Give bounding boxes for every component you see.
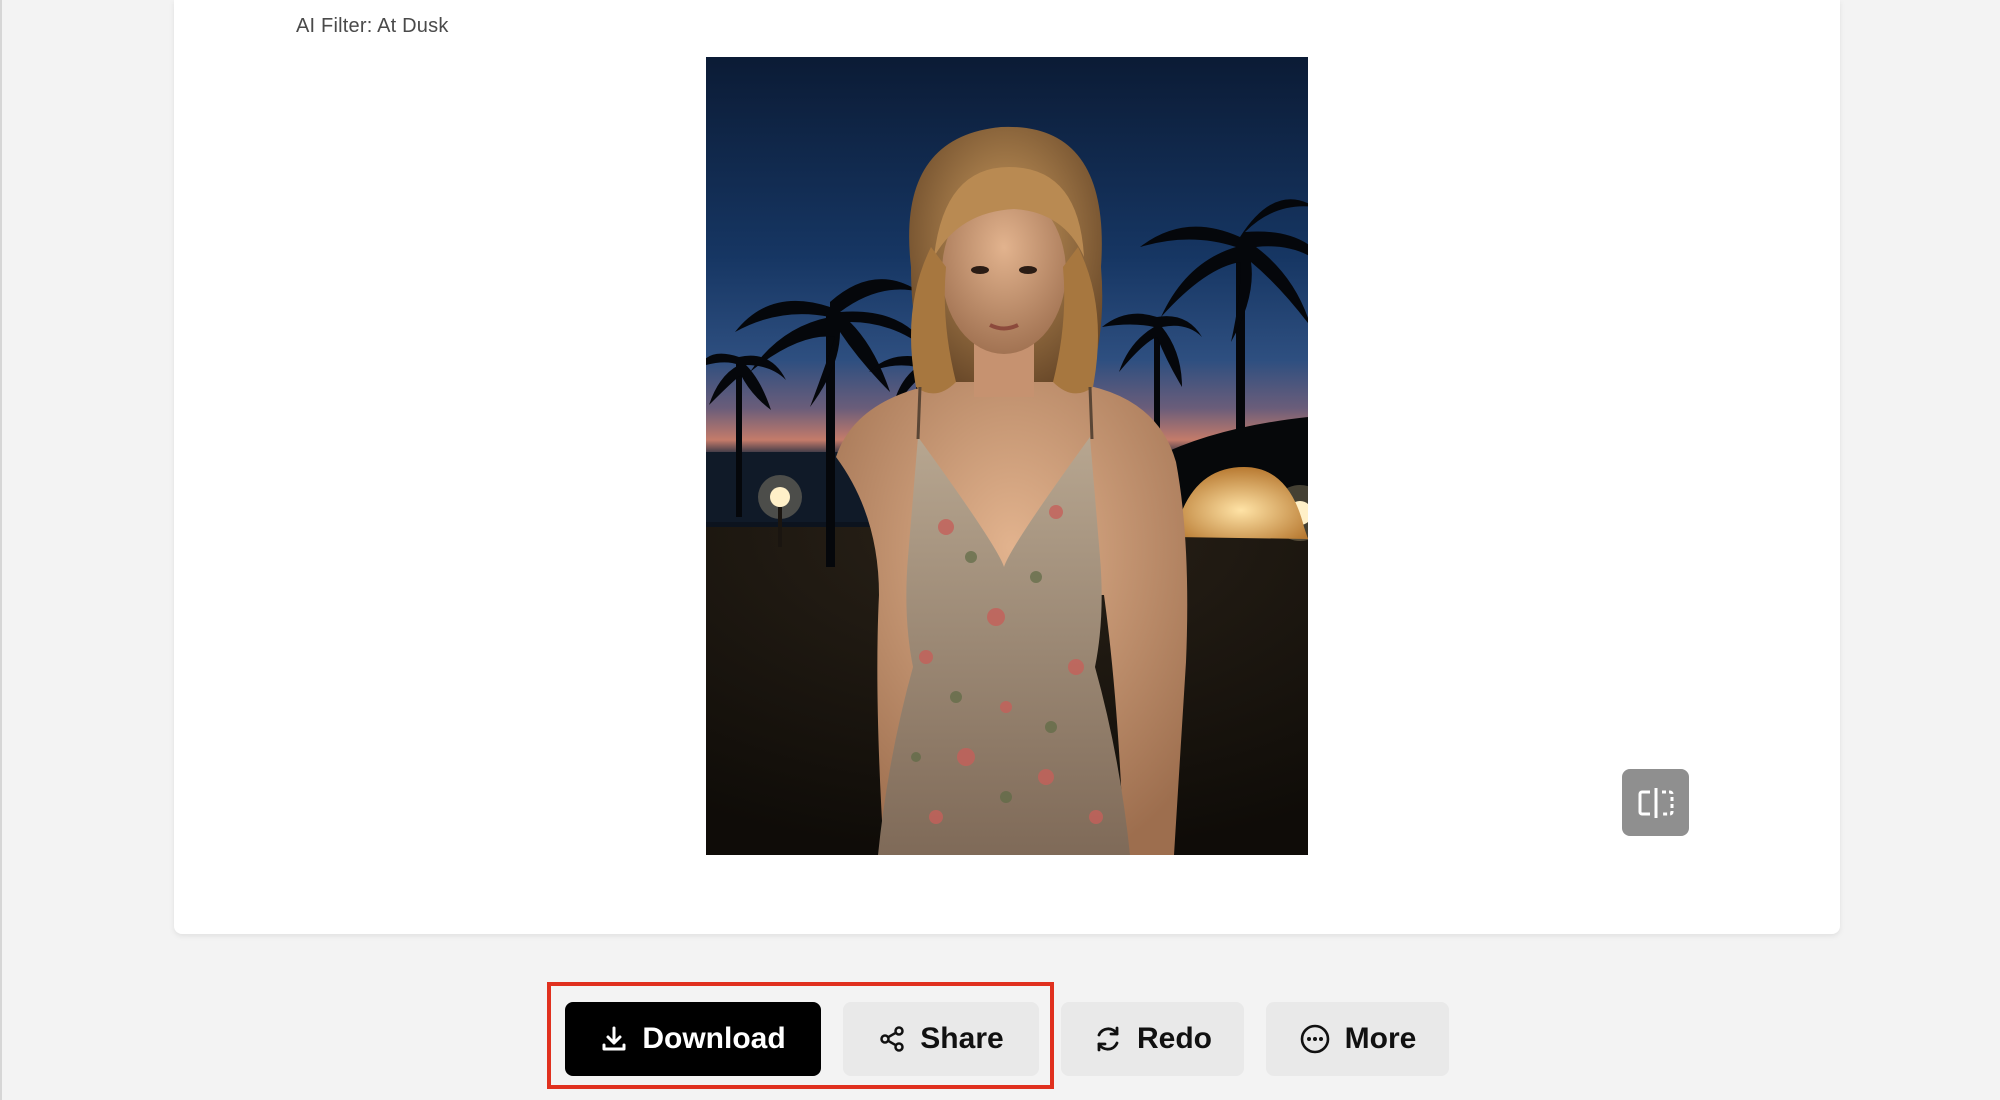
- window-edge: [0, 0, 2, 1100]
- redo-button[interactable]: Redo: [1061, 1002, 1244, 1076]
- share-label: Share: [920, 1022, 1004, 1055]
- compare-button[interactable]: [1622, 769, 1689, 836]
- redo-icon: [1097, 1026, 1119, 1052]
- download-label: Download: [642, 1022, 786, 1055]
- share-icon: [880, 1026, 905, 1052]
- more-icon: [1300, 1024, 1329, 1054]
- more-label: More: [1344, 1022, 1417, 1055]
- download-button[interactable]: Download: [565, 1002, 821, 1076]
- redo-label: Redo: [1137, 1022, 1212, 1055]
- compare-split-icon: [1638, 787, 1673, 818]
- result-image-illustration: [706, 57, 1308, 855]
- download-icon: [602, 1026, 626, 1051]
- more-button[interactable]: More: [1266, 1002, 1449, 1076]
- app-stage: AI Filter: At Dusk Download Share Redo M…: [0, 0, 2000, 1100]
- result-image: [706, 57, 1308, 855]
- share-button[interactable]: Share: [843, 1002, 1039, 1076]
- filter-label: AI Filter: At Dusk: [296, 15, 449, 37]
